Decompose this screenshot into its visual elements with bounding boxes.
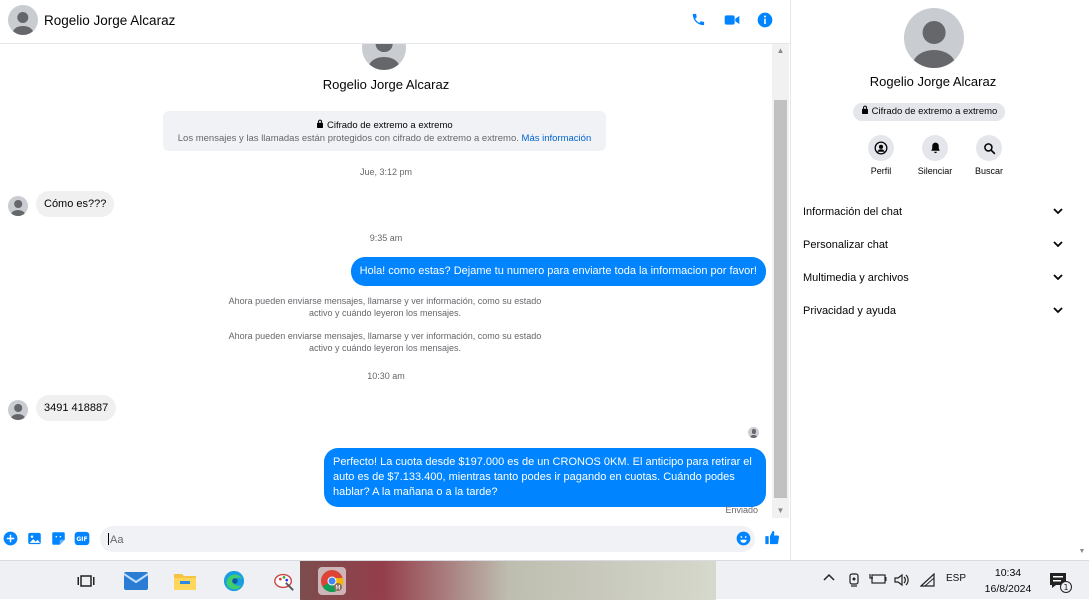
info-icon[interactable] [755, 10, 774, 29]
chevron-down-icon [1053, 206, 1063, 218]
conversation-contact-name: Rogelio Jorge Alcaraz [322, 77, 450, 92]
system-message: Ahora pueden enviarse mensajes, llamarse… [228, 331, 542, 353]
section-chat-info[interactable]: Información del chat [803, 195, 1063, 228]
composer: GIF Aa [0, 520, 790, 560]
plus-icon[interactable] [2, 530, 18, 546]
search-action[interactable]: Buscar [971, 135, 1007, 176]
chevron-down-icon [1053, 239, 1063, 251]
sender-avatar [8, 196, 28, 216]
bell-icon [922, 135, 948, 161]
message-status: Enviado [725, 505, 758, 515]
taskbar: M ESP 10:34 16/8/2024 1 [0, 560, 1089, 600]
profile-action[interactable]: Perfil [863, 135, 899, 176]
profile-icon [868, 135, 894, 161]
chevron-down-icon [1053, 305, 1063, 317]
taskbar-wallpaper [300, 561, 716, 600]
message-input[interactable]: Aa [100, 526, 755, 552]
section-privacy-help[interactable]: Privacidad y ayuda [803, 294, 1063, 327]
chevron-up-icon[interactable] [823, 573, 835, 581]
mute-label: Silenciar [917, 166, 953, 176]
conversation-details-panel: Rogelio Jorge Alcaraz Cifrado de extremo… [790, 0, 1089, 560]
lock-icon [316, 119, 327, 131]
scroll-up-arrow-icon[interactable]: ▲ [772, 44, 789, 58]
clock-time: 10:34 [994, 567, 1022, 579]
battery-icon[interactable] [869, 573, 887, 585]
lock-icon [861, 105, 872, 117]
file-explorer-icon[interactable] [171, 567, 199, 595]
side-actions: Perfil Silenciar Buscar [863, 135, 1007, 176]
phone-icon[interactable] [689, 10, 708, 29]
outgoing-message[interactable]: Perfecto! La cuota desde $197.000 es de … [324, 448, 766, 507]
mute-action[interactable]: Silenciar [917, 135, 953, 176]
messenger-window: Rogelio Jorge Alcaraz Rogelio Jorge Alca… [0, 0, 1089, 560]
side-sections: Información del chat Personalizar chat M… [803, 195, 1063, 327]
seen-indicator-avatar [748, 427, 759, 438]
e2e-badge: Cifrado de extremo a extremo [853, 103, 1006, 121]
scrollbar-thumb[interactable] [774, 100, 787, 498]
incoming-message[interactable]: 3491 418887 [36, 395, 117, 421]
edge-icon[interactable] [220, 567, 248, 595]
section-label: Multimedia y archivos [803, 271, 909, 284]
side-contact-name: Rogelio Jorge Alcaraz [869, 74, 997, 89]
incoming-message[interactable]: Cómo es??? [36, 191, 115, 217]
chevron-down-icon [1053, 272, 1063, 284]
search-label: Buscar [974, 166, 1003, 176]
profile-label: Perfil [870, 166, 892, 176]
wifi-icon[interactable] [920, 573, 936, 587]
meet-now-icon[interactable] [847, 573, 861, 587]
e2e-notice: Cifrado de extremo a extremo Los mensaje… [163, 111, 606, 151]
notifications-icon[interactable]: 1 [1049, 571, 1073, 593]
search-icon [976, 135, 1002, 161]
svg-text:M: M [335, 585, 340, 592]
contact-name[interactable]: Rogelio Jorge Alcaraz [44, 13, 175, 28]
sender-avatar [8, 400, 28, 420]
message-list[interactable]: Rogelio Jorge Alcaraz Cifrado de extremo… [0, 44, 772, 518]
image-icon[interactable] [26, 530, 42, 546]
side-scroll-down-arrow-icon[interactable]: ▼ [1075, 548, 1089, 560]
message-scrollbar[interactable]: ▲ ▼ [772, 44, 789, 518]
language-indicator[interactable]: ESP [946, 573, 966, 584]
chrome-icon[interactable]: M [318, 567, 346, 595]
sticker-icon[interactable] [50, 530, 66, 546]
section-customize-chat[interactable]: Personalizar chat [803, 228, 1063, 261]
video-icon[interactable] [722, 10, 741, 29]
section-media-files[interactable]: Multimedia y archivos [803, 261, 1063, 294]
section-label: Información del chat [803, 205, 903, 218]
clock-date: 16/8/2024 [984, 583, 1032, 595]
more-info-link[interactable]: Más información [522, 133, 592, 144]
section-label: Privacidad y ayuda [803, 304, 896, 317]
e2e-text: Los mensajes y las llamadas están proteg… [177, 133, 519, 144]
section-label: Personalizar chat [803, 238, 888, 251]
mail-icon[interactable] [122, 567, 150, 595]
chat-header: Rogelio Jorge Alcaraz [0, 0, 790, 44]
timestamp: Jue, 3:12 pm [359, 167, 413, 177]
notification-count: 1 [1063, 583, 1068, 592]
e2e-badge-label: Cifrado de extremo a extremo [871, 106, 998, 117]
e2e-title: Cifrado de extremo a extremo [326, 120, 453, 131]
like-icon[interactable] [764, 529, 780, 545]
system-clock[interactable]: 10:34 16/8/2024 [978, 565, 1038, 597]
profile-avatar[interactable] [904, 8, 964, 68]
system-message: Ahora pueden enviarse mensajes, llamarse… [228, 296, 542, 318]
timestamp: 10:30 am [367, 371, 405, 381]
scroll-down-arrow-icon[interactable]: ▼ [772, 504, 789, 518]
task-view-icon[interactable] [72, 567, 100, 595]
gif-icon[interactable]: GIF [74, 530, 90, 546]
timestamp: 9:35 am [369, 233, 403, 243]
gif-label: GIF [76, 536, 87, 543]
volume-icon[interactable] [894, 573, 910, 587]
conversation-avatar [362, 44, 406, 70]
paint-icon[interactable] [270, 567, 298, 595]
message-input-placeholder: Aa [110, 534, 124, 546]
outgoing-message[interactable]: Hola! como estas? Dejame tu numero para … [350, 257, 766, 286]
emoji-icon[interactable] [735, 530, 751, 546]
contact-avatar[interactable] [8, 5, 38, 35]
